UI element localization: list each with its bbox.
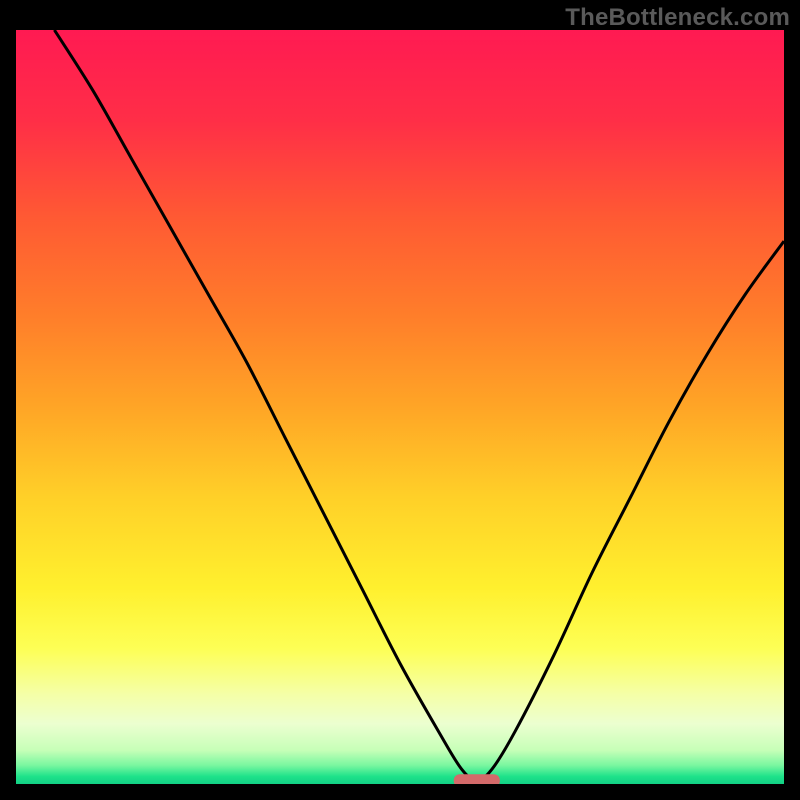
chart-plot-area [16,30,784,784]
bottleneck-chart [16,30,784,784]
chart-background-gradient [16,30,784,784]
watermark-text: TheBottleneck.com [565,4,790,32]
optimum-marker [454,774,500,784]
app-frame: TheBottleneck.com [0,0,800,800]
chart-container [16,30,784,784]
